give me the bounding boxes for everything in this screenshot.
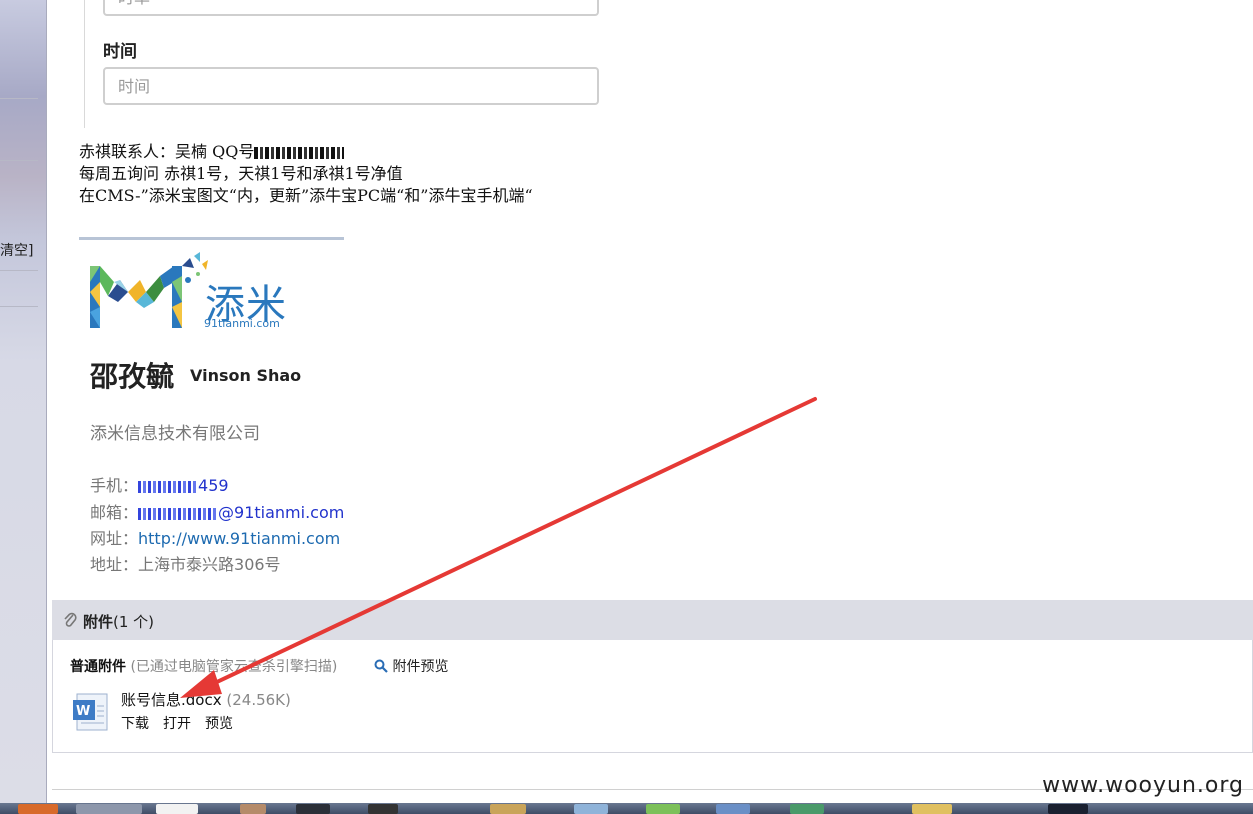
attachment-file: 账号信息.docx (24.56K) (121, 689, 291, 710)
time-input[interactable] (103, 67, 599, 105)
taskbar-item[interactable] (368, 804, 398, 814)
download-link[interactable]: 下载 (121, 716, 149, 732)
attachment-preview-all-link[interactable]: 附件预览 (374, 656, 448, 676)
taskbar-item[interactable] (790, 804, 824, 814)
watermark: www.wooyun.org (1042, 773, 1244, 798)
prev-field-input[interactable] (103, 0, 599, 16)
taskbar-item[interactable] (912, 804, 952, 814)
logo-domain: 91tianmi.com (204, 317, 280, 330)
redacted-phone (138, 480, 199, 493)
taskbar-item[interactable] (716, 804, 750, 814)
signature-address: 地址：上海市泰兴路306号 (90, 555, 281, 574)
redacted-qq (254, 146, 345, 159)
note-line-cms: 在CMS-”添米宝图文“内，更新”添牛宝PC端“和”添牛宝手机端“ (79, 186, 533, 205)
website-link[interactable]: http://www.91tianmi.com (138, 529, 340, 548)
note-line-contact: 赤祺联系人：吴楠 QQ号 (79, 141, 533, 163)
preview-link[interactable]: 预览 (205, 716, 233, 732)
signature-email: 邮箱： @91tianmi.com (90, 503, 345, 522)
magnifier-icon (374, 659, 388, 673)
taskbar-item[interactable] (1048, 804, 1088, 814)
email-notes: 赤祺联系人：吴楠 QQ号 每周五询问 赤祺1号，天祺1号和承祺1号净值 在CMS… (79, 141, 533, 207)
attachments-header: 附件(1 个) (52, 600, 1253, 640)
svg-text:W: W (76, 704, 90, 719)
taskbar-item[interactable] (646, 804, 680, 814)
signature-website: 网址：http://www.91tianmi.com (90, 529, 341, 548)
background-window-strip: 清空] (0, 0, 47, 804)
email-link[interactable]: @91tianmi.com (218, 503, 344, 522)
taskbar-item[interactable] (296, 804, 330, 814)
taskbar-item[interactable] (156, 804, 198, 814)
attachments-title: 附件(1 个) (83, 613, 155, 631)
taskbar (0, 803, 1253, 814)
signature-name-cn: 邵孜毓 (90, 360, 175, 393)
taskbar-item[interactable] (574, 804, 608, 814)
signature-divider (79, 237, 344, 240)
attachment-file-size: (24.56K) (226, 691, 291, 709)
note-line-weekly: 每周五询问 赤祺1号，天祺1号和承祺1号净值 (79, 164, 403, 183)
signature-company: 添米信息技术有限公司 (90, 424, 260, 444)
signature-name-en: Vinson Shao (190, 366, 302, 385)
attachment-file-name[interactable]: 账号信息.docx (121, 691, 222, 709)
taskbar-item[interactable] (240, 804, 266, 814)
redacted-email (138, 507, 219, 520)
attachments-panel: 普通附件 (已通过电脑管家云查杀引擎扫描) 附件预览 W 账号信息.docx (… (52, 640, 1253, 753)
time-label: 时间 (103, 42, 137, 62)
open-link[interactable]: 打开 (163, 716, 191, 732)
embedded-form: 时间 (84, 0, 625, 128)
attachment-actions: 下载 打开 预览 (121, 713, 247, 733)
taskbar-item[interactable] (18, 804, 58, 814)
taskbar-item[interactable] (490, 804, 526, 814)
clear-link[interactable]: 清空] (0, 240, 33, 260)
word-document-icon[interactable]: W (73, 692, 111, 732)
attachment-kind: 普通附件 (已通过电脑管家云查杀引擎扫描) (70, 659, 338, 675)
signature-phone: 手机： 459 (90, 476, 229, 495)
taskbar-item[interactable] (76, 804, 142, 814)
paperclip-icon (64, 612, 77, 627)
